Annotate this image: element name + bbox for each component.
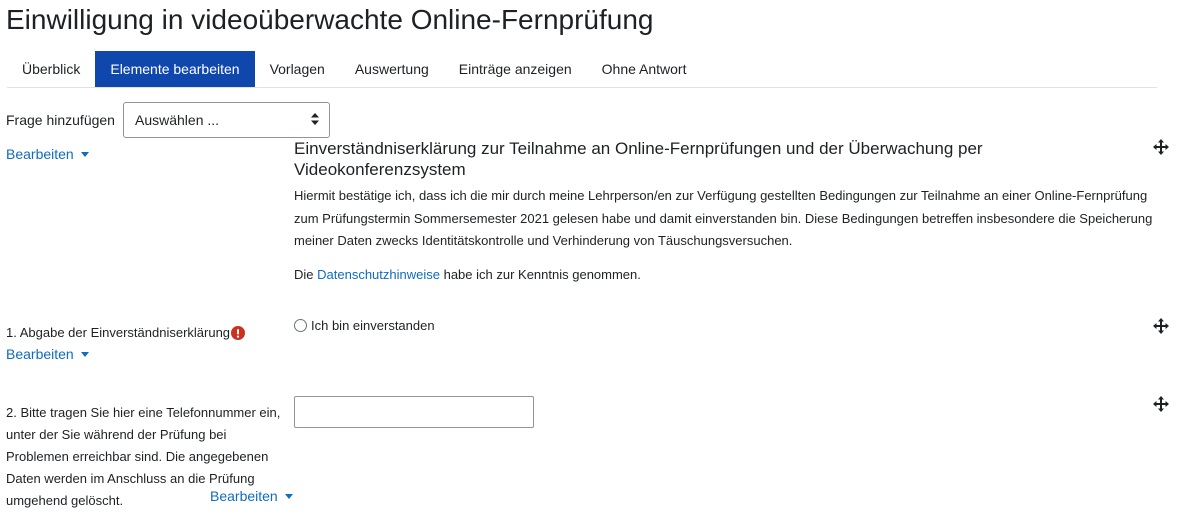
- consent-radio[interactable]: [294, 319, 307, 332]
- tab-overview[interactable]: Überblick: [7, 51, 95, 87]
- exclamation-circle-icon: [231, 326, 246, 340]
- edit-menu-question-1[interactable]: Bearbeiten: [6, 346, 89, 362]
- tab-bar: Überblick Elemente bearbeiten Vorlagen A…: [7, 51, 1157, 88]
- privacy-suffix: habe ich zur Kenntnis genommen.: [439, 267, 641, 282]
- move-arrows-icon[interactable]: [1153, 396, 1169, 412]
- move-arrows-icon[interactable]: [1153, 139, 1169, 155]
- question-1-label: 1. Abgabe der Einverständniserklärung: [6, 325, 246, 340]
- consent-radio-label[interactable]: Ich bin einverstanden: [311, 318, 435, 333]
- tab-templates[interactable]: Vorlagen: [255, 51, 340, 87]
- privacy-link[interactable]: Datenschutzhinweise: [317, 267, 440, 282]
- edit-menu-label: Bearbeiten: [6, 146, 74, 162]
- privacy-prefix: Die: [294, 267, 318, 282]
- caret-down-icon: [80, 351, 89, 357]
- page-title: Einwilligung in videoüberwachte Online-F…: [6, 4, 654, 35]
- info-description: Hiermit bestätige ich, dass ich die mir …: [294, 188, 1153, 248]
- phone-number-input[interactable]: [294, 396, 534, 428]
- edit-menu-label: Bearbeiten: [6, 346, 74, 362]
- tab-no-answer[interactable]: Ohne Antwort: [587, 51, 702, 87]
- select-value: Auswählen ...: [135, 112, 220, 128]
- up-down-caret-icon: [311, 103, 319, 137]
- question-1-text: 1. Abgabe der Einverständniserklärung: [6, 325, 231, 340]
- privacy-note: Die Datenschutzhinweise habe ich zur Ken…: [294, 265, 641, 285]
- edit-menu-label: Bearbeiten: [210, 488, 278, 504]
- add-question-label: Frage hinzufügen: [6, 112, 115, 128]
- tab-edit-items[interactable]: Elemente bearbeiten: [95, 51, 255, 87]
- tab-analysis[interactable]: Auswertung: [340, 51, 444, 87]
- edit-menu-item-info[interactable]: Bearbeiten: [6, 146, 89, 162]
- move-arrows-icon[interactable]: [1153, 318, 1169, 334]
- tab-show-entries[interactable]: Einträge anzeigen: [444, 51, 587, 87]
- add-question-select[interactable]: Auswählen ...: [123, 102, 330, 138]
- consent-option[interactable]: Ich bin einverstanden: [294, 318, 435, 333]
- info-heading: Einverständniserklärung zur Teilnahme an…: [294, 139, 983, 179]
- edit-menu-question-2[interactable]: Bearbeiten: [210, 488, 293, 504]
- caret-down-icon: [284, 493, 293, 499]
- caret-down-icon: [80, 151, 89, 157]
